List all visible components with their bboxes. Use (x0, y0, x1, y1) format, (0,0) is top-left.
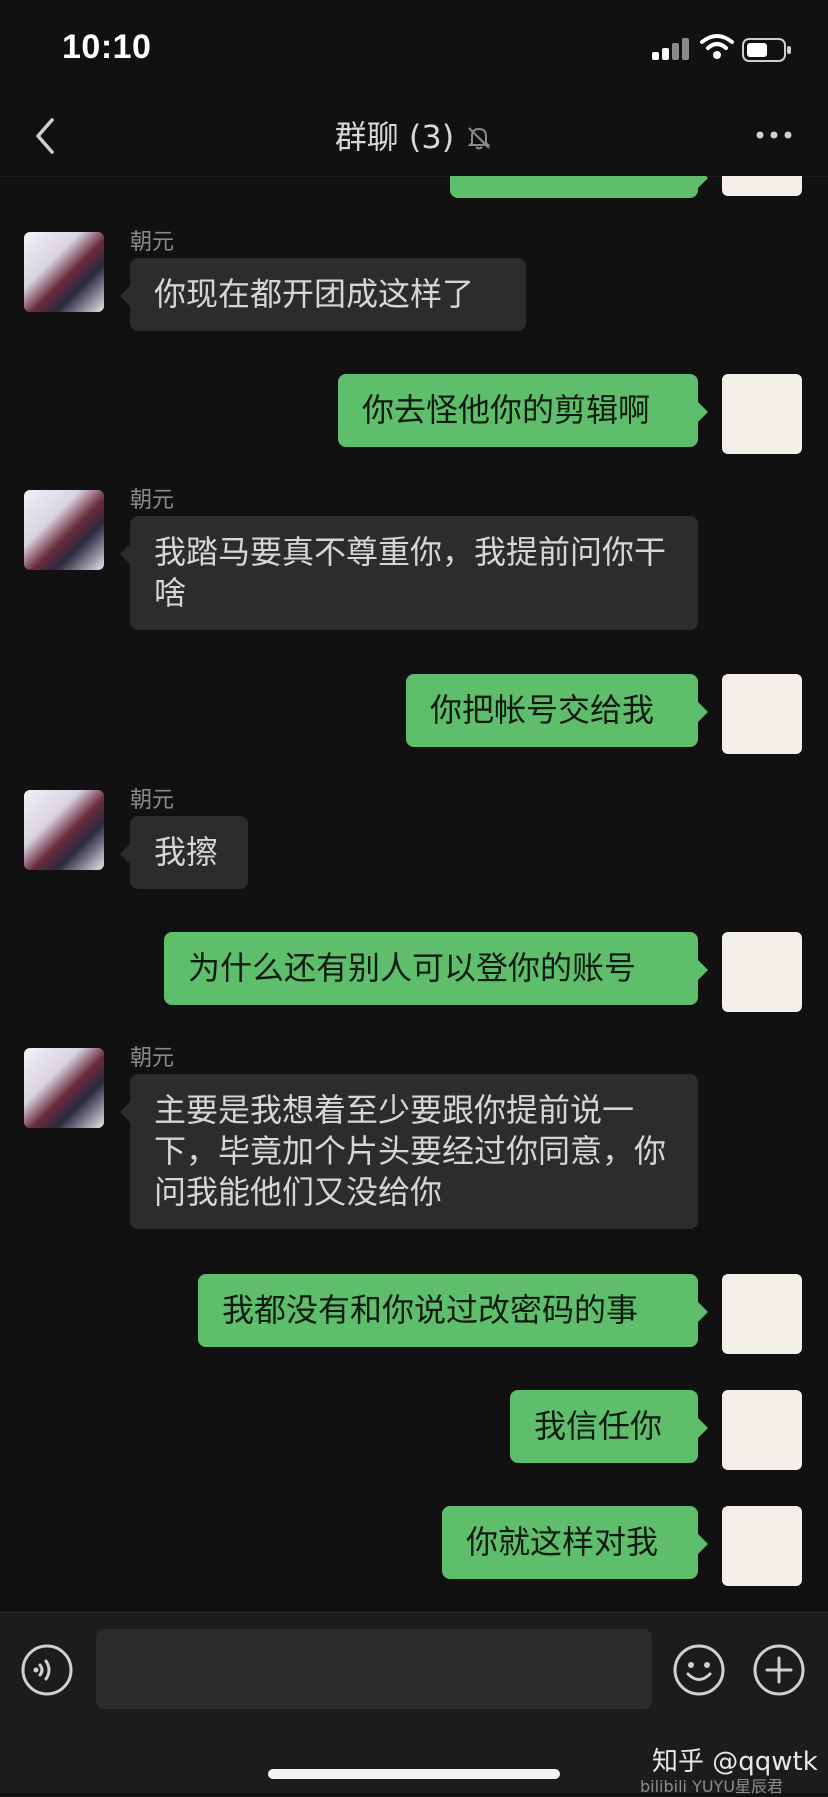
avatar-zhaoyuan[interactable] (24, 790, 104, 870)
message-bubble[interactable]: 你去怪他你的剪辑啊 (338, 374, 708, 447)
message-input[interactable] (96, 1629, 652, 1709)
sender-name: 朝元 (130, 230, 175, 255)
chat-area: 朝元 你现在都开团成这样了 你去怪他你的剪辑啊 朝元 我踏马要真不尊重你，我提前… (0, 176, 828, 1612)
avatar-zhaoyuan[interactable] (24, 490, 104, 570)
plus-icon[interactable] (752, 1643, 806, 1697)
message-bubble-partial[interactable] (450, 176, 708, 198)
sender-name: 朝元 (130, 788, 175, 813)
message-bubble[interactable]: 主要是我想着至少要跟你提前说一下，毕竟加个片头要经过你同意，你问我能他们又没给你 (120, 1074, 698, 1229)
avatar-self[interactable] (722, 674, 802, 754)
message-bubble[interactable]: 我信任你 (510, 1390, 708, 1463)
message-bubble[interactable]: 你把帐号交给我 (406, 674, 708, 747)
chat-title: 群聊 (3) (334, 118, 455, 156)
message-bubble[interactable]: 为什么还有别人可以登你的账号 (164, 932, 708, 1005)
avatar-self[interactable] (722, 1274, 802, 1354)
sender-name: 朝元 (130, 488, 175, 513)
sender-name: 朝元 (130, 1046, 175, 1071)
avatar-zhaoyuan[interactable] (24, 232, 104, 312)
avatar-self[interactable] (722, 932, 802, 1012)
avatar-self[interactable] (722, 176, 802, 196)
voice-icon[interactable] (20, 1643, 74, 1697)
header-title-wrap: 群聊 (3) (0, 112, 828, 158)
avatar-zhaoyuan[interactable] (24, 1048, 104, 1128)
bilibili-watermark: bilibili YUYU星辰君 (640, 1777, 784, 1796)
more-icon[interactable] (752, 120, 796, 150)
wifi-icon (700, 34, 734, 59)
home-indicator[interactable] (268, 1769, 560, 1779)
message-bubble[interactable]: 你现在都开团成这样了 (120, 258, 526, 331)
avatar-self[interactable] (722, 1506, 802, 1586)
mute-bell-icon (467, 127, 491, 150)
avatar-self[interactable] (722, 1390, 802, 1470)
signal-icon (652, 36, 692, 60)
avatar-self[interactable] (722, 374, 802, 454)
message-bubble[interactable]: 我擦 (120, 816, 248, 889)
message-bubble[interactable]: 我踏马要真不尊重你，我提前问你干啥 (120, 516, 698, 630)
input-bar: 知乎 @qqwtk bilibili YUYU星辰君 (0, 1612, 828, 1796)
message-bubble[interactable]: 我都没有和你说过改密码的事 (198, 1274, 708, 1347)
emoji-icon[interactable] (672, 1643, 726, 1697)
status-bar: 10:10 (0, 0, 828, 100)
status-time: 10:10 (62, 28, 152, 66)
message-bubble[interactable]: 你就这样对我 (442, 1506, 708, 1579)
chat-header: 群聊 (3) (0, 100, 828, 177)
battery-icon (742, 38, 791, 62)
